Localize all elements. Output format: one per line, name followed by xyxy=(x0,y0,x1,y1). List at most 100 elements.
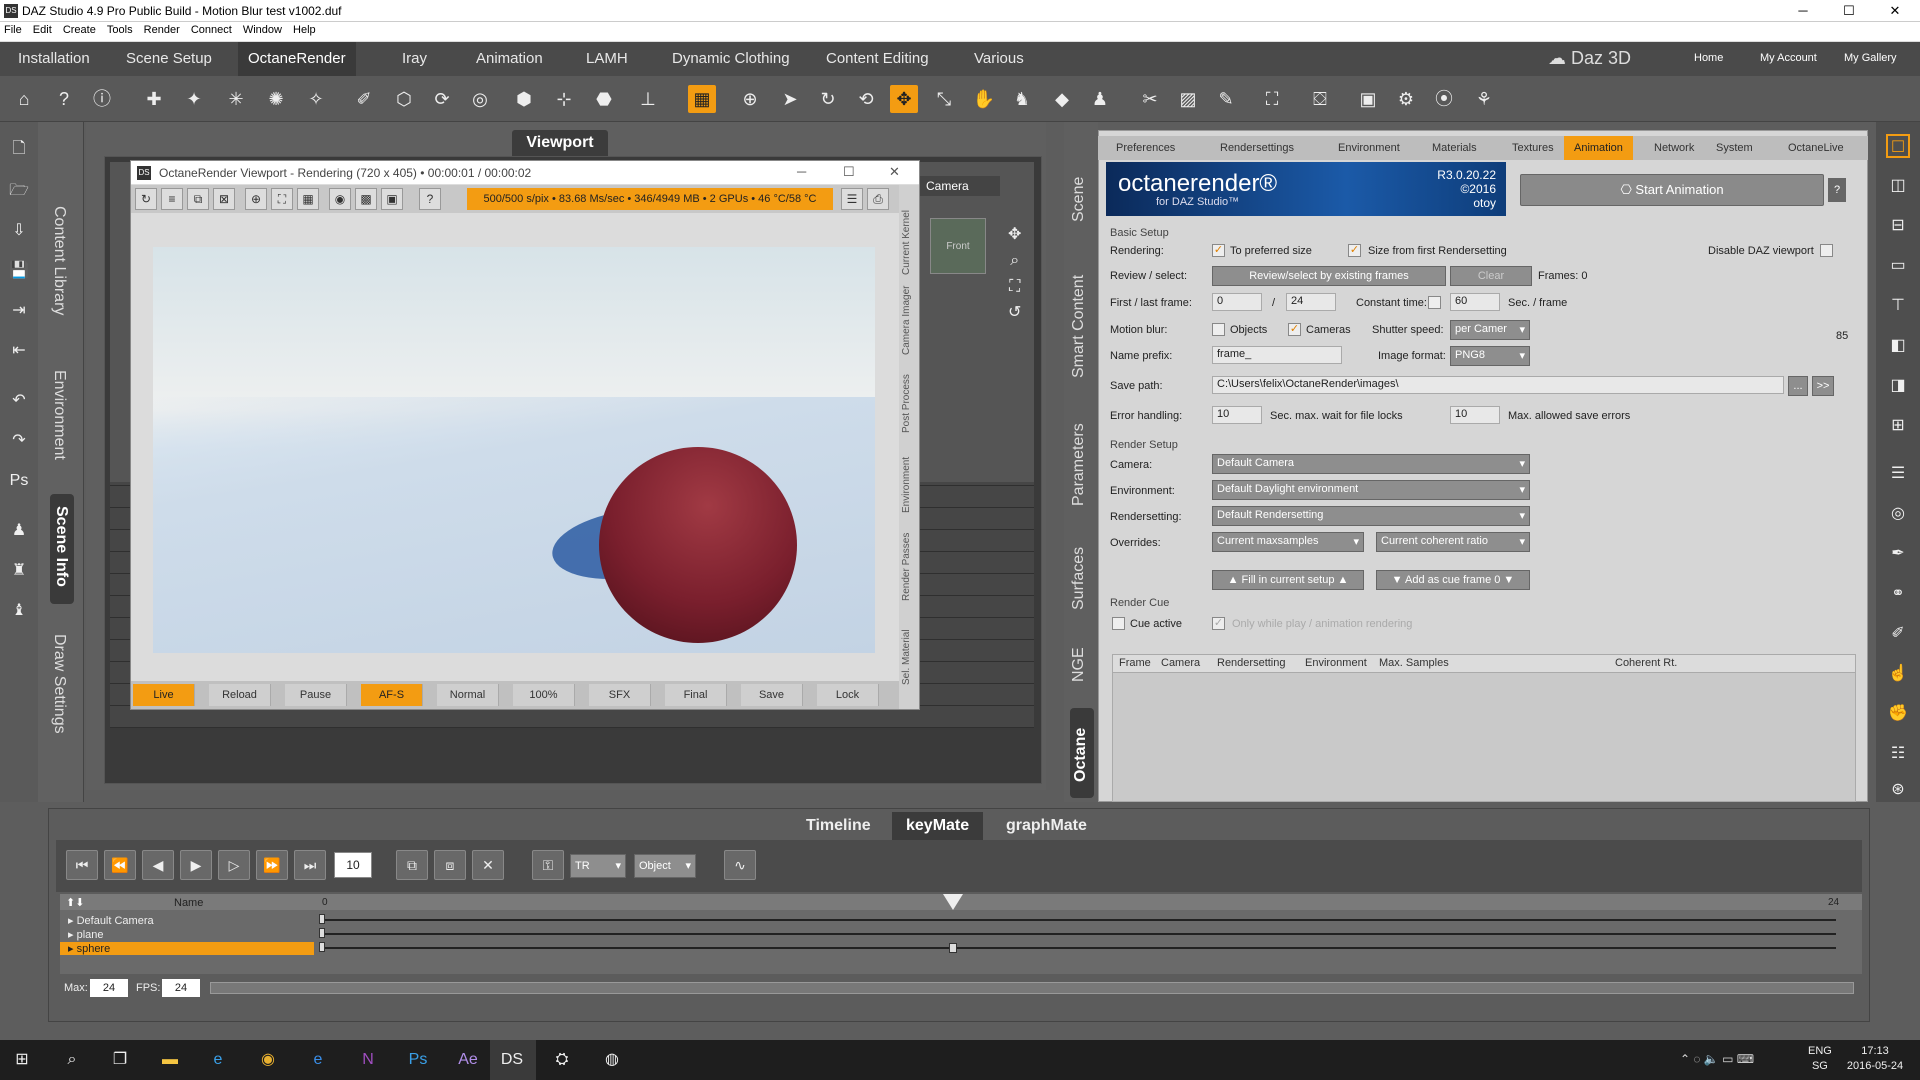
tab-preferences[interactable]: Preferences xyxy=(1106,136,1185,160)
tab-keymate[interactable]: keyMate xyxy=(892,812,984,840)
ie-icon[interactable]: e xyxy=(206,1048,230,1072)
playhead[interactable] xyxy=(942,894,963,910)
sphere-keyframe[interactable] xyxy=(948,943,957,953)
spot-light-icon[interactable]: ✦ xyxy=(180,85,208,113)
save-path-input[interactable]: C:\Users\felix\OctaneRender\images\ xyxy=(1212,376,1784,394)
render-settings-icon[interactable]: ⚙ xyxy=(1392,85,1420,113)
layout-split-v-icon[interactable]: ◫ xyxy=(1886,174,1910,198)
circle-icon[interactable]: ◉ xyxy=(329,188,351,210)
disable-daz-checkbox[interactable] xyxy=(1820,244,1833,257)
save-icon[interactable]: 💾 xyxy=(8,260,30,282)
go-start-icon[interactable]: ⏮ xyxy=(66,850,98,880)
geometry-editor-icon[interactable]: ♟ xyxy=(1086,85,1114,113)
tool-icon[interactable]: ⛭ xyxy=(550,1048,574,1072)
tab-scene-setup[interactable]: Scene Setup xyxy=(116,42,222,76)
pane-parameters[interactable]: Parameters xyxy=(1070,423,1088,506)
pane-surfaces[interactable]: Surfaces xyxy=(1070,547,1088,610)
tab-iray[interactable]: Iray xyxy=(392,42,437,76)
layout-quad-icon[interactable]: ⊞ xyxy=(1886,414,1910,438)
rotate-node-icon[interactable]: ⟳ xyxy=(428,85,456,113)
list-icon[interactable]: ≡ xyxy=(161,188,183,210)
menu-list-icon[interactable]: ☰ xyxy=(841,188,863,210)
tab-system[interactable]: System xyxy=(1706,136,1763,160)
restart-icon[interactable]: ↻ xyxy=(135,188,157,210)
rendersetting-select[interactable]: Default Rendersetting xyxy=(1212,506,1530,526)
go-end-icon[interactable]: ⏭ xyxy=(294,850,326,880)
new-file-icon[interactable]: 🗋 xyxy=(8,138,30,160)
help-icon[interactable]: ⓘ xyxy=(88,85,116,113)
col-environment[interactable]: Environment xyxy=(1305,657,1367,669)
joint-icon[interactable]: ◎ xyxy=(466,85,494,113)
col-rendersetting[interactable]: Rendersetting xyxy=(1217,657,1286,669)
home-icon[interactable]: ⌂ xyxy=(10,85,38,113)
tab-installation[interactable]: Installation xyxy=(8,42,100,76)
joint-tool-icon[interactable]: ⚭ xyxy=(1886,582,1910,606)
pane-nge[interactable]: NGE xyxy=(1070,647,1088,682)
sfx-button[interactable]: SFX xyxy=(589,684,651,706)
viewport-navigation[interactable]: ✥ ⌕ ⛶ ↺ xyxy=(1008,222,1021,326)
tab-content-editing[interactable]: Content Editing xyxy=(816,42,939,76)
play-icon[interactable]: ▶ xyxy=(180,850,212,880)
rw-minimize-button[interactable]: ─ xyxy=(797,164,806,179)
tab-environment[interactable]: Environment xyxy=(1328,136,1410,160)
grid-icon[interactable]: ▦ xyxy=(688,85,716,113)
grid-overlay-icon[interactable]: ▩ xyxy=(355,188,377,210)
maximize-button[interactable]: ☐ xyxy=(1826,0,1872,22)
override-coherent-select[interactable]: Current coherent ratio xyxy=(1376,532,1530,552)
tab-rendersettings[interactable]: Rendersettings xyxy=(1210,136,1304,160)
copy-icon[interactable]: ⧉ xyxy=(187,188,209,210)
image-format-select[interactable]: PNG8 xyxy=(1450,346,1530,366)
chrome-icon[interactable]: ◉ xyxy=(256,1048,280,1072)
export-icon[interactable]: ⇤ xyxy=(8,340,30,362)
redo-icon[interactable]: ↷ xyxy=(8,430,30,452)
max-input[interactable]: 24 xyxy=(90,979,128,997)
import-icon[interactable]: ⇥ xyxy=(8,300,30,322)
first-frame-input[interactable]: 0 xyxy=(1212,293,1262,311)
pane-smart-content[interactable]: Smart Content xyxy=(1070,275,1088,378)
snapshot-icon[interactable]: ⎙ xyxy=(867,188,889,210)
edge-icon[interactable]: e xyxy=(306,1048,330,1072)
menu-edit[interactable]: Edit xyxy=(29,22,56,38)
clock[interactable]: 17:13 2016-05-24 xyxy=(1840,1044,1910,1074)
tab-octanerender[interactable]: OctaneRender xyxy=(238,42,356,76)
globe-app-icon[interactable]: ◍ xyxy=(600,1048,624,1072)
file-explorer-icon[interactable]: ▬ xyxy=(158,1048,182,1072)
environment-select[interactable]: Default Daylight environment xyxy=(1212,480,1530,500)
object-select[interactable]: Object xyxy=(634,854,696,878)
clear-button[interactable]: Clear xyxy=(1450,266,1532,286)
layout-top-icon[interactable]: ⊤ xyxy=(1886,294,1910,318)
toggles-icon[interactable]: ☷ xyxy=(1886,742,1910,766)
pane-environment[interactable]: Environment xyxy=(50,370,68,460)
tr-select[interactable]: TR xyxy=(570,854,626,878)
pose-tool-icon[interactable]: ♞ xyxy=(1008,85,1036,113)
fill-current-setup-button[interactable]: ▲ Fill in current setup ▲ xyxy=(1212,570,1364,590)
size-first-checkbox[interactable]: ✓ xyxy=(1348,244,1361,257)
edit-icon[interactable]: ✎ xyxy=(1212,85,1240,113)
col-coherent-rt[interactable]: Coherent Rt. xyxy=(1615,657,1677,669)
whats-this-icon[interactable]: ? xyxy=(50,85,78,113)
render-image[interactable] xyxy=(153,247,875,653)
objects-checkbox[interactable] xyxy=(1212,323,1225,336)
tiles-icon[interactable]: ▦ xyxy=(297,188,319,210)
render-camera-icon[interactable]: ▣ xyxy=(1354,85,1382,113)
key-icon[interactable]: ⚿ xyxy=(532,850,564,880)
track-sphere[interactable]: ▸ sphere xyxy=(68,942,110,955)
open-file-icon[interactable]: 🗁 xyxy=(8,180,30,202)
move-up-down-icon[interactable]: ⬆⬇ xyxy=(66,896,84,909)
align-icon[interactable]: ⊥ xyxy=(634,85,662,113)
layout-bottom-icon[interactable]: ▭ xyxy=(1886,254,1910,278)
layout-right-icon[interactable]: ◨ xyxy=(1886,374,1910,398)
figure-icon[interactable]: ✚ xyxy=(140,85,168,113)
track-plane[interactable]: ▸ plane xyxy=(68,928,104,941)
camera-select[interactable]: Default Camera xyxy=(1212,454,1530,474)
region-icon[interactable]: ⛋ xyxy=(1306,85,1334,113)
side-tab-render-passes[interactable]: Render Passes xyxy=(901,533,912,601)
picker-icon[interactable]: ⊠ xyxy=(213,188,235,210)
node-weight-icon[interactable]: ✂ xyxy=(1136,85,1164,113)
camera-selector[interactable]: Camera xyxy=(920,176,1000,196)
link-home[interactable]: Home xyxy=(1694,52,1723,64)
aperture-icon[interactable]: ◎ xyxy=(1886,502,1910,526)
copy-keys-icon[interactable]: ⧉ xyxy=(396,850,428,880)
browse-button[interactable]: ... xyxy=(1788,376,1808,396)
figure-c-icon[interactable]: ♝ xyxy=(8,600,30,622)
